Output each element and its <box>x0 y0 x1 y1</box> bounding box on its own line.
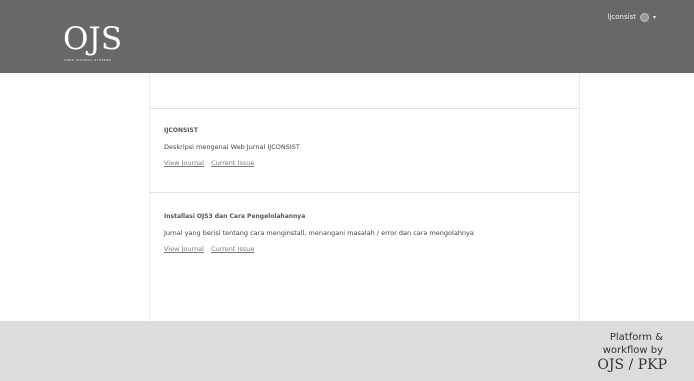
journal-description: Deskripsi mengenai Web Jurnal IJCONSIST <box>164 143 300 151</box>
platform-text-line1: Platform & <box>609 332 663 343</box>
current-issue-link[interactable]: Current Issue <box>211 159 254 167</box>
user-name: ljconsist <box>607 13 636 21</box>
main-content: IJCONSIST Deskripsi mengenai Web Jurnal … <box>149 73 580 321</box>
journal-title[interactable]: Installasi OJS3 dan Cara Pengelolahannya <box>164 213 564 221</box>
logo-wordmark: OJS <box>63 21 123 57</box>
journal-links: View Journal Current Issue <box>164 159 564 168</box>
view-journal-link[interactable]: View Journal <box>164 245 204 253</box>
journal-title[interactable]: IJCONSIST <box>164 127 564 135</box>
platform-text-line2: workflow by <box>602 345 663 356</box>
logo-tagline: Open Journal Systems <box>64 58 112 62</box>
divider <box>150 108 579 109</box>
ojs-logo[interactable]: OJS Open Journal Systems <box>63 22 143 64</box>
site-header: OJS Open Journal Systems ljconsist ▾ <box>0 0 694 73</box>
journal-item: IJCONSIST Deskripsi mengenai Web Jurnal … <box>164 127 564 168</box>
user-menu[interactable]: ljconsist ▾ <box>608 11 656 23</box>
chevron-down-icon: ▾ <box>652 13 656 21</box>
site-footer: Platform & workflow by OJS / PKP <box>0 321 694 381</box>
journal-item: Installasi OJS3 dan Cara Pengelolahannya… <box>164 213 564 254</box>
current-issue-link[interactable]: Current Issue <box>211 245 254 253</box>
journal-links: View Journal Current Issue <box>164 245 564 254</box>
page: OJS Open Journal Systems ljconsist ▾ IJC… <box>0 0 694 381</box>
pkp-brand-link[interactable]: Platform & workflow by OJS / PKP <box>577 331 667 374</box>
divider <box>150 192 579 193</box>
journal-description: Jurnal yang berisi tentang cara menginst… <box>164 229 474 237</box>
view-journal-link[interactable]: View Journal <box>164 159 204 167</box>
avatar-icon <box>639 12 649 22</box>
pkp-logo: OJS / PKP <box>597 357 667 373</box>
